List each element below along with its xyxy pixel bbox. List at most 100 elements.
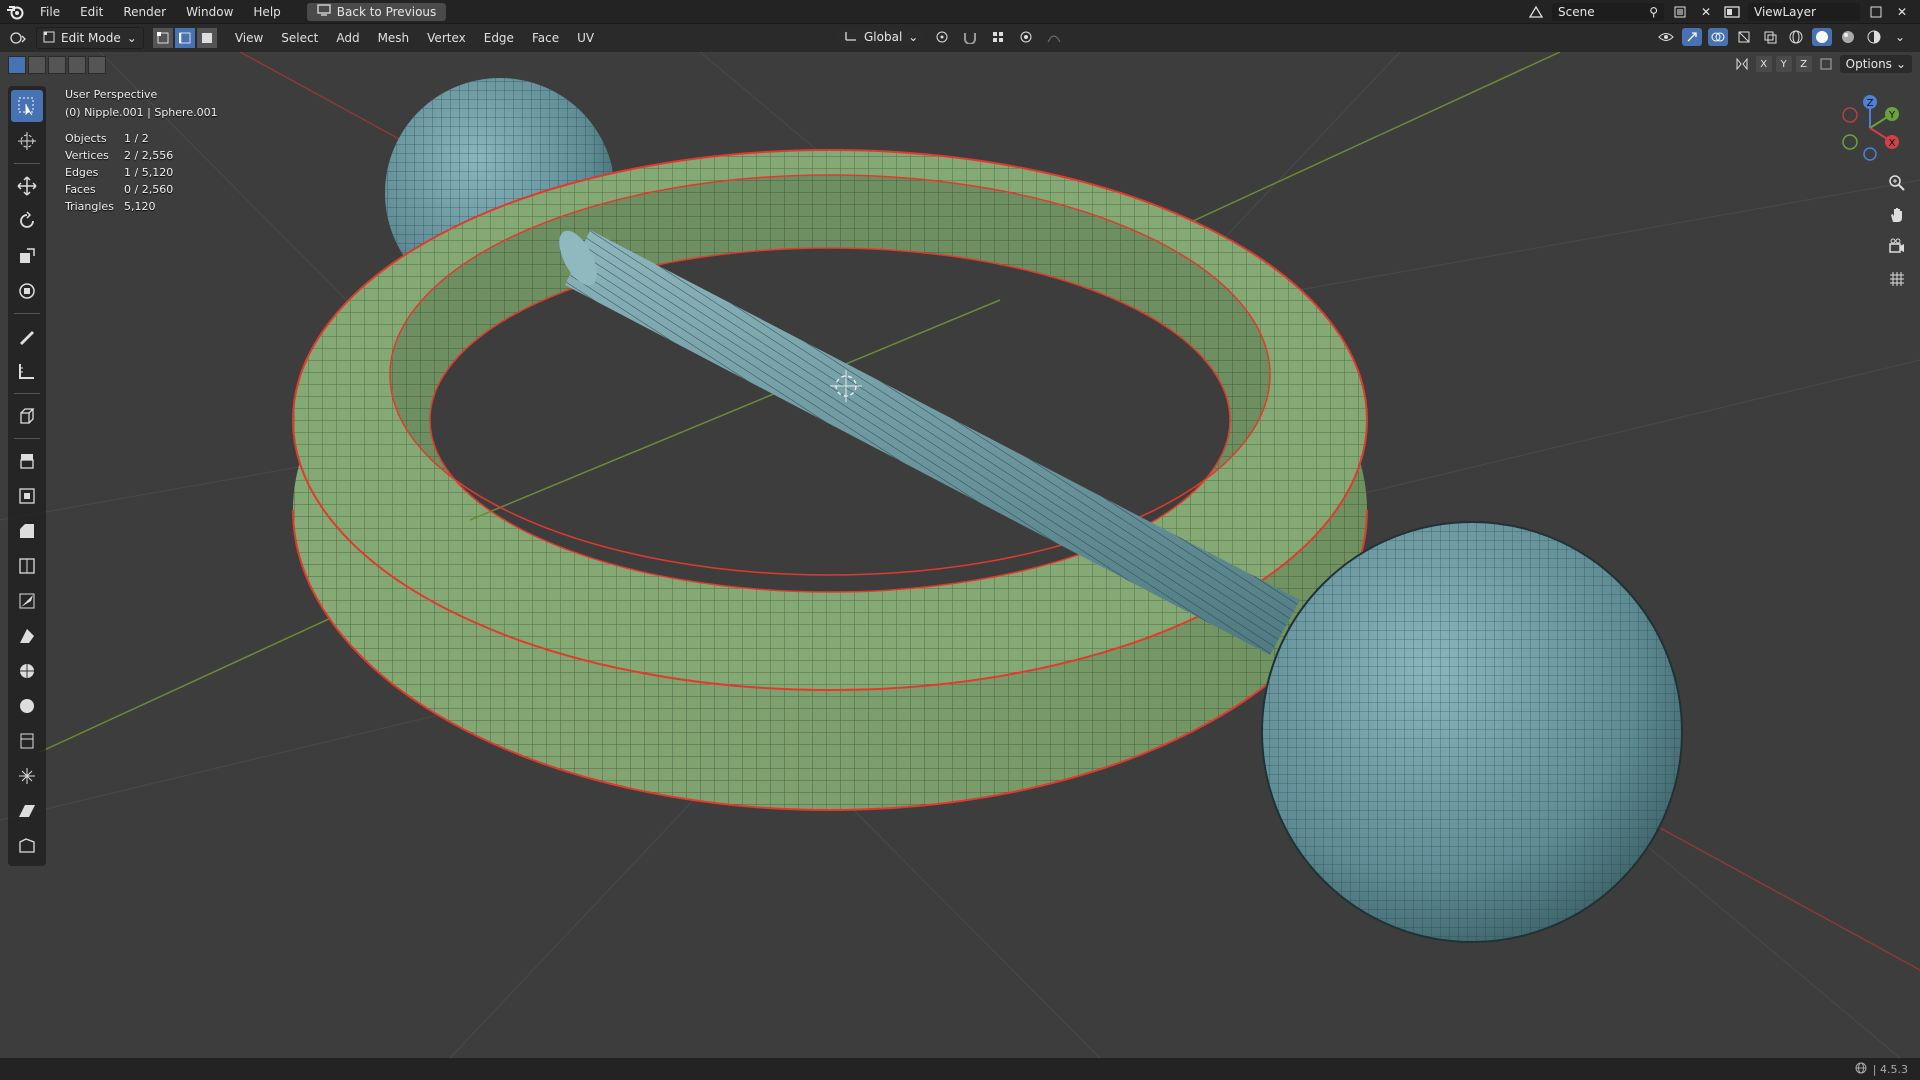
rotate-tool[interactable] [11,205,43,237]
mode-label: Edit Mode [61,31,121,45]
menu-help[interactable]: Help [243,5,290,19]
viewlayer-selector[interactable]: ViewLayer [1748,3,1860,21]
scene-selector[interactable]: Scene ⚲ [1552,3,1664,21]
mode-dropdown[interactable]: Edit Mode ⌄ [36,27,144,49]
knife-tool[interactable] [11,585,43,617]
orientation-icon [844,30,858,45]
gizmo-neg-y[interactable] [1842,134,1858,150]
overlays-icon[interactable] [1708,28,1728,46]
version-number: 4.5.3 [1880,1062,1908,1076]
wireframe-shading-icon[interactable] [1786,28,1806,46]
viewlayer-icon[interactable] [1722,3,1742,21]
scale-tool[interactable] [11,240,43,272]
rendered-shading-icon[interactable] [1864,28,1884,46]
chevron-down-icon: ⌄ [1895,57,1906,71]
gizmo-toggle-icon[interactable] [1682,28,1702,46]
select-intersect-button[interactable] [88,56,106,74]
shrink-fatten-tool[interactable] [11,760,43,792]
camera-view-icon[interactable] [1884,234,1910,260]
solid-shading-icon[interactable] [1812,28,1832,46]
edit-mode-icon [43,31,55,46]
visibility-icon[interactable] [1656,28,1676,46]
extrude-tool[interactable] [11,445,43,477]
bevel-tool[interactable] [11,515,43,547]
scene-icon[interactable] [1526,3,1546,21]
delete-scene-icon[interactable]: ✕ [1696,3,1716,21]
xray-icon[interactable] [1760,28,1780,46]
loop-cut-tool[interactable] [11,550,43,582]
falloff-icon[interactable] [1044,28,1064,46]
delete-viewlayer-icon[interactable]: ✕ [1892,3,1912,21]
smooth-tool[interactable] [11,690,43,722]
menu-file[interactable]: File [30,5,70,19]
mesh-statistics: Objects 1 / 2 Vertices 2 / 2,556 Edges 1 / … [65,130,218,215]
poly-build-tool[interactable] [11,620,43,652]
stat-label: Edges [65,166,99,179]
select-invert-button[interactable] [68,56,86,74]
shear-tool[interactable] [11,795,43,827]
menu-vertex[interactable]: Vertex [418,31,475,45]
pin-icon[interactable]: ⚲ [1649,5,1658,19]
add-cube-tool[interactable] [11,400,43,432]
new-scene-icon[interactable] [1670,3,1690,21]
transform-tool[interactable] [11,275,43,307]
menu-edit[interactable]: Edit [70,5,113,19]
rip-region-tool[interactable] [11,830,43,862]
mesh-edit-overlay-icon[interactable] [1734,28,1754,46]
menu-view[interactable]: View [226,31,272,45]
menu-add[interactable]: Add [327,31,368,45]
pivot-point-icon[interactable] [932,28,952,46]
inset-tool[interactable] [11,480,43,512]
cursor-tool[interactable] [11,125,43,157]
pan-hand-icon[interactable] [1884,202,1910,228]
gizmo-neg-x[interactable] [1842,107,1858,123]
select-subtract-button[interactable] [48,56,66,74]
blender-logo-icon[interactable] [0,4,30,20]
menu-face[interactable]: Face [523,31,568,45]
ring-mesh[interactable] [292,149,1368,811]
material-shading-icon[interactable] [1838,28,1858,46]
proportional-editing-icon[interactable] [1016,28,1036,46]
navigation-gizmo[interactable]: Z Y X [1836,92,1906,162]
stat-value: 2 / 2,556 [124,149,174,162]
menu-mesh[interactable]: Mesh [369,31,419,45]
stat-label: Objects [65,132,107,145]
ortho-toggle-icon[interactable] [1884,266,1910,292]
vertex-select-button[interactable] [151,27,174,49]
edge-slide-tool[interactable] [11,725,43,757]
zoom-icon[interactable] [1884,170,1910,196]
gizmo-y-label: Y [1888,110,1896,121]
mirror-y-button[interactable]: Y [1775,56,1792,72]
gizmo-neg-z[interactable] [1863,147,1877,161]
menu-window[interactable]: Window [176,5,243,19]
menu-edge[interactable]: Edge [475,31,523,45]
shading-options-chevron-icon[interactable]: ⌄ [1890,28,1910,46]
menu-select[interactable]: Select [272,31,327,45]
annotate-tool[interactable] [11,320,43,352]
front-sphere[interactable] [1261,521,1683,943]
select-new-button[interactable] [8,56,26,74]
mirror-x-button[interactable]: X [1755,56,1772,72]
snap-target-icon[interactable] [988,28,1008,46]
editor-type-icon[interactable] [8,29,28,47]
topology-mirror-icon[interactable] [1816,55,1836,73]
select-box-tool[interactable] [11,90,43,122]
edge-select-button[interactable] [173,27,196,49]
spin-tool[interactable] [11,655,43,687]
options-dropdown[interactable]: Options ⌄ [1839,55,1912,73]
face-select-button[interactable] [195,27,218,49]
orientation-dropdown[interactable]: Global ⌄ [838,28,925,46]
back-to-previous-button[interactable]: Back to Previous [306,2,447,21]
status-bar: | 4.5.3 [0,1058,1920,1080]
select-extend-button[interactable] [28,56,46,74]
mirror-z-button[interactable]: Z [1795,56,1812,72]
move-tool[interactable] [11,170,43,202]
mirror-icon[interactable] [1732,55,1752,73]
3d-viewport[interactable] [0,52,1920,1058]
snap-icon[interactable] [960,28,980,46]
menu-uv[interactable]: UV [568,31,603,45]
viewport-canvas[interactable] [0,52,1920,1058]
new-viewlayer-icon[interactable] [1866,3,1886,21]
menu-render[interactable]: Render [113,5,176,19]
measure-tool[interactable] [11,355,43,387]
